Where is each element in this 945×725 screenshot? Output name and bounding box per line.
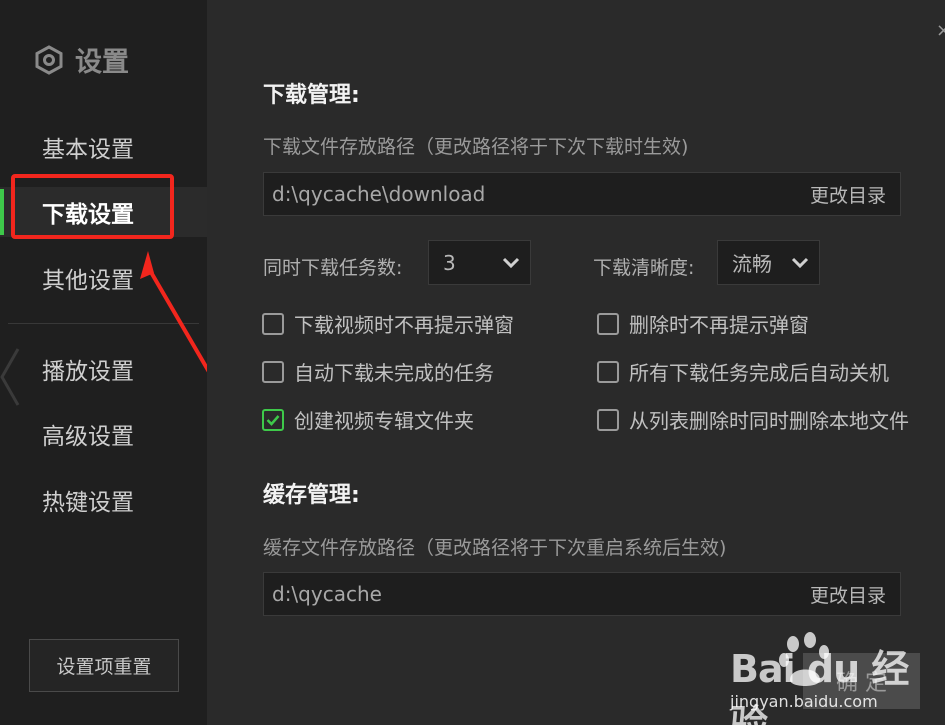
concurrent-tasks-select[interactable]: 3 — [428, 240, 531, 285]
download-path-label: 下载文件存放路径（更改路径将于下次下载时生效) — [263, 136, 689, 158]
cache-section-title: 缓存管理: — [263, 483, 360, 508]
download-path-value: d:\qycache\download — [272, 182, 486, 206]
checkbox[interactable] — [597, 312, 619, 335]
checkbox[interactable] — [597, 360, 619, 383]
download-quality-value: 流畅 — [732, 252, 772, 276]
chevron-down-icon — [791, 257, 809, 268]
option-no-popup-on-delete[interactable]: 删除时不再提示弹窗 — [597, 309, 809, 338]
option-create-album-folder[interactable]: 创建视频专辑文件夹 — [262, 405, 474, 434]
checkbox[interactable] — [597, 408, 619, 431]
option-label: 删除时不再提示弹窗 — [629, 313, 809, 337]
nav-item-label: 基本设置 — [42, 137, 134, 163]
option-shutdown-after-downloads[interactable]: 所有下载任务完成后自动关机 — [597, 357, 889, 386]
cache-path-field[interactable]: d:\qycache 更改目录 — [263, 572, 901, 616]
cache-change-dir-button[interactable]: 更改目录 — [810, 581, 886, 608]
checkbox[interactable] — [262, 360, 284, 383]
nav-item-basic-settings[interactable]: 基本设置 — [0, 122, 207, 172]
option-label: 从列表删除时同时删除本地文件 — [629, 409, 909, 433]
option-label: 自动下载未完成的任务 — [294, 361, 494, 385]
nav-divider — [8, 323, 199, 324]
nav-item-playback-settings[interactable]: 播放设置 — [0, 344, 207, 394]
close-icon[interactable]: × — [936, 20, 945, 41]
confirm-button[interactable]: 确 定 — [803, 653, 920, 709]
settings-main-panel: 下载管理: 下载文件存放路径（更改路径将于下次下载时生效) d:\qycache… — [207, 0, 945, 725]
sidebar-title-text: 设置 — [75, 47, 129, 78]
nav-item-label: 其他设置 — [42, 268, 134, 294]
checkmark-icon — [266, 414, 280, 426]
sidebar-title: 设置 — [35, 40, 129, 79]
settings-sidebar: 设置 基本设置 下载设置 其他设置 播放设置 高级设置 热键设置 设置项重置 — [0, 0, 207, 725]
nav-item-label: 高级设置 — [42, 424, 134, 450]
concurrent-tasks-value: 3 — [443, 250, 456, 275]
checkbox[interactable] — [262, 312, 284, 335]
nav-item-label: 播放设置 — [42, 359, 134, 385]
concurrent-tasks-label: 同时下载任务数: — [263, 257, 403, 279]
option-delete-local-files[interactable]: 从列表删除时同时删除本地文件 — [597, 405, 909, 434]
cache-path-value: d:\qycache — [272, 582, 382, 606]
nav-item-hotkey-settings[interactable]: 热键设置 — [0, 475, 207, 525]
nav-item-other-settings[interactable]: 其他设置 — [0, 253, 207, 303]
checkbox-checked[interactable] — [262, 408, 284, 431]
settings-hexagon-icon — [35, 44, 63, 75]
reset-settings-button[interactable]: 设置项重置 — [29, 639, 179, 692]
chevron-down-icon — [502, 257, 520, 268]
nav-item-label: 热键设置 — [42, 490, 134, 516]
nav-item-download-settings[interactable]: 下载设置 — [0, 187, 207, 237]
nav-item-label: 下载设置 — [42, 202, 134, 228]
download-section-title: 下载管理: — [263, 83, 360, 108]
option-auto-resume-downloads[interactable]: 自动下载未完成的任务 — [262, 357, 494, 386]
download-quality-select[interactable]: 流畅 — [717, 240, 820, 285]
option-label: 所有下载任务完成后自动关机 — [629, 361, 889, 385]
download-change-dir-button[interactable]: 更改目录 — [810, 181, 886, 208]
download-quality-label: 下载清晰度: — [593, 257, 695, 279]
download-path-field[interactable]: d:\qycache\download 更改目录 — [263, 172, 901, 216]
chevron-left-icon[interactable] — [0, 345, 22, 409]
option-label: 下载视频时不再提示弹窗 — [294, 313, 514, 337]
nav-item-advanced-settings[interactable]: 高级设置 — [0, 409, 207, 459]
option-no-popup-on-download[interactable]: 下载视频时不再提示弹窗 — [262, 309, 514, 338]
cache-path-label: 缓存文件存放路径（更改路径将于下次重启系统后生效) — [263, 537, 727, 559]
option-label: 创建视频专辑文件夹 — [294, 409, 474, 433]
